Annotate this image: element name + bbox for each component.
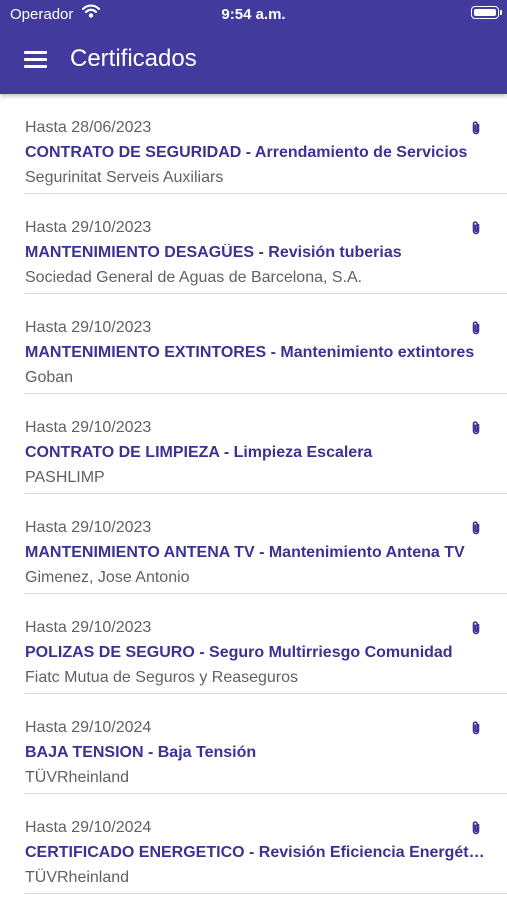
page-title: Certificados <box>70 45 197 72</box>
paperclip-icon[interactable] <box>470 420 482 436</box>
list-item[interactable]: Hasta 29/10/2023 MANTENIMIENTO ANTENA TV … <box>25 494 507 594</box>
certificate-date: Hasta 28/06/2023 <box>25 119 152 136</box>
certificate-company: PASHLIMP <box>25 469 105 486</box>
paperclip-icon[interactable] <box>470 620 482 636</box>
certificate-date: Hasta 29/10/2023 <box>25 519 152 536</box>
hamburger-menu-icon[interactable] <box>24 50 48 70</box>
paperclip-icon[interactable] <box>470 520 482 536</box>
certificate-title: MANTENIMIENTO ANTENA TV - Mantenimiento … <box>25 544 465 561</box>
certificate-title: POLIZAS DE SEGURO - Seguro Multirriesgo … <box>25 644 453 661</box>
certificate-title: CONTRATO DE LIMPIEZA - Limpieza Escalera <box>25 444 373 461</box>
certificate-date: Hasta 29/10/2023 <box>25 319 152 336</box>
certificate-title: CERTIFICADO ENERGETICO - Revisión Eficie… <box>25 844 487 861</box>
list-item[interactable]: Hasta 28/06/2023 CONTRATO DE SEGURIDAD - … <box>25 94 507 194</box>
list-item[interactable]: Hasta 29/10/2023 CONTRATO DE LIMPIEZA - L… <box>25 394 507 494</box>
battery-icon <box>471 6 502 19</box>
certificate-company: Sociedad General de Aguas de Barcelona, … <box>25 269 363 286</box>
certificate-company: TÜVRheinland <box>25 769 130 786</box>
paperclip-icon[interactable] <box>470 320 482 336</box>
certificate-title: MANTENIMIENTO EXTINTORES - Mantenimiento… <box>25 344 475 361</box>
certificate-title: MANTENIMIENTO DESAGÜES - Revisión tuberi… <box>25 244 402 261</box>
status-bar: Operador 9:54 a.m. <box>0 0 507 30</box>
certificate-date: Hasta 29/10/2023 <box>25 419 152 436</box>
list-item[interactable]: Hasta 29/10/2023 POLIZAS DE SEGURO - Segu… <box>25 594 507 694</box>
list-item[interactable]: Hasta 29/10/2024 CERTIFICADO ENERGETICO -… <box>25 794 507 894</box>
paperclip-icon[interactable] <box>470 820 482 836</box>
paperclip-icon[interactable] <box>470 720 482 736</box>
paperclip-icon[interactable] <box>470 120 482 136</box>
paperclip-icon[interactable] <box>470 220 482 236</box>
certificate-company: TÜVRheinland <box>25 869 130 886</box>
certificate-company: Goban <box>25 369 74 386</box>
list-item[interactable]: Hasta 29/10/2023 MANTENIMIENTO DESAGÜES -… <box>25 194 507 294</box>
certificate-date: Hasta 29/10/2024 <box>25 819 152 836</box>
certificate-company: Gimenez, Jose Antonio <box>25 569 190 586</box>
certificate-company: Segurinitat Serveis Auxiliars <box>25 169 224 186</box>
certificate-title: CONTRATO DE SEGURIDAD - Arrendamiento de… <box>25 144 468 161</box>
status-time: 9:54 a.m. <box>221 6 286 23</box>
list-item[interactable]: Hasta 29/10/2023 MANTENIMIENTO EXTINTORES… <box>25 294 507 394</box>
list-item[interactable]: Hasta 29/10/2024 BAJA TENSION - Baja Tens… <box>25 694 507 794</box>
app-header: Operador 9:54 a.m. Certificados <box>0 0 507 94</box>
certificate-date: Hasta 29/10/2023 <box>25 619 152 636</box>
certificate-date: Hasta 29/10/2023 <box>25 219 152 236</box>
certificate-title: BAJA TENSION - Baja Tensión <box>25 744 257 761</box>
certificate-date: Hasta 29/10/2024 <box>25 719 152 736</box>
certificate-company: Fiatc Mutua de Seguros y Reaseguros <box>25 669 299 686</box>
certificate-list: Hasta 28/06/2023 CONTRATO DE SEGURIDAD - … <box>0 94 507 894</box>
